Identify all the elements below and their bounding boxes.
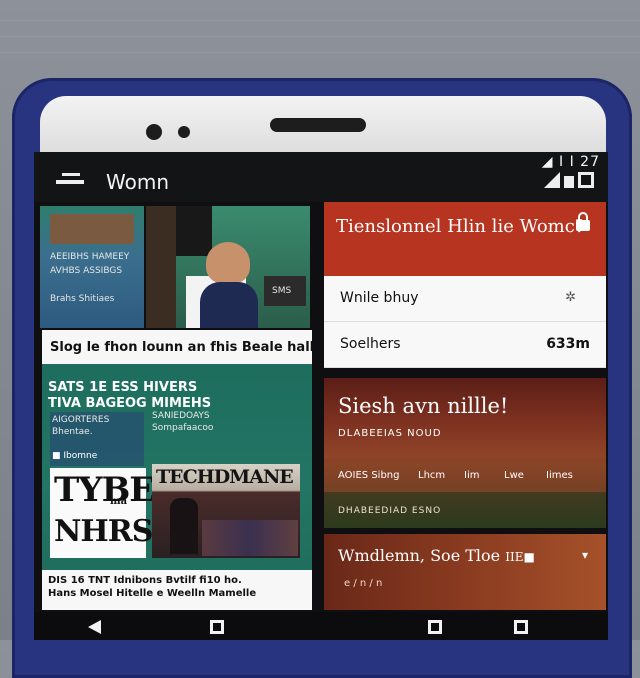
landscape-card[interactable]: Siesh avn nillle! DLABEEIAS NOUD AOIES S… — [324, 378, 606, 528]
front-camera — [146, 124, 162, 140]
status-clock: ◢ I I 27 — [541, 154, 600, 170]
settings-row-2[interactable]: Soelhers 633m — [324, 322, 606, 368]
proximity-sensor — [178, 126, 190, 138]
poster-word-2: NHRS — [54, 514, 153, 549]
landscape-footer: DHABEEDIAD ESNO — [338, 506, 442, 516]
weather-title: Wmdlemn, Soe Tloe IIE■ — [338, 546, 535, 565]
app-bar: Womn ◢ I I 27 — [34, 152, 608, 202]
row-label: Soelhers — [340, 336, 401, 352]
system-nav-bar — [34, 612, 608, 640]
weather-title-text: Wmdlemn, Soe Tloe — [338, 546, 501, 565]
featured-title: SATS 1E ESS HIVERS TIVA BAGEOG MIMEHS — [48, 380, 212, 411]
band-item[interactable]: AOIES Sibng — [338, 470, 400, 481]
landscape-title: Siesh avn nillle! — [338, 394, 509, 418]
article-thumbnail-2[interactable]: SMS — [146, 206, 310, 328]
overview-icon[interactable] — [514, 620, 528, 634]
question-title: Tienslonnel Hlin lie Womc? — [336, 216, 585, 237]
phone-screen: Womn ◢ I I 27 AEEIBHS HAMEEY AVHBS ASSIB… — [34, 152, 608, 640]
row-value: 633m — [546, 336, 590, 352]
weather-card[interactable]: Wmdlemn, Soe Tloe IIE■ ▾ e / n / n — [324, 534, 606, 610]
weather-badge: IIE■ — [505, 550, 535, 564]
band-item[interactable]: Iimes — [546, 470, 573, 481]
article-caption[interactable]: DIS 16 TNT Idnibons Bvtilf fi10 ho. Hans… — [42, 570, 312, 610]
band-item[interactable]: Lhcm — [418, 470, 445, 481]
caption-line-1: DIS 16 TNT Idnibons Bvtilf fi10 ho. — [48, 575, 242, 586]
pin-icon: ✲ — [565, 290, 576, 305]
question-card[interactable]: Tienslonnel Hlin lie Womc? — [324, 202, 606, 276]
right-panel: Tienslonnel Hlin lie Womc? Wnile bhuy ✲ … — [324, 202, 606, 612]
menu-icon[interactable] — [56, 173, 84, 184]
poster-crowd — [202, 520, 298, 556]
recents-icon[interactable] — [428, 620, 442, 634]
poster-typographic[interactable]: TYBE ma NHRS — [50, 468, 155, 558]
caption-line-2: Hans Mosel Hitelle e Weelln Mamelle — [48, 588, 257, 599]
featured-sub-right: SANIEDOAYS Sompafaacoo — [152, 411, 214, 433]
poster-small-word: ma — [110, 496, 128, 507]
window-icon[interactable] — [578, 172, 594, 188]
signal-icon — [544, 172, 560, 188]
poster-figure — [170, 498, 198, 554]
landscape-subtitle: DLABEEIAS NOUD — [338, 428, 442, 439]
poster-word-1: TYBE — [54, 470, 155, 510]
band-item[interactable]: Iim — [464, 470, 479, 481]
back-icon[interactable] — [88, 620, 101, 634]
app-title: Womn — [106, 170, 169, 194]
row-label: Wnile bhuy — [340, 290, 419, 306]
battery-icon — [564, 176, 574, 188]
headline-card[interactable]: Slog le fhon lounn an fhis Beale hally — [42, 330, 312, 364]
article-thumbnail-1[interactable]: AEEIBHS HAMEEY AVHBS ASSIBGS Brahs Shiti… — [40, 206, 144, 328]
featured-tag: ■ Ibomne — [52, 451, 98, 461]
poster-photo-title: TECHDMANE — [156, 466, 294, 488]
lock-icon — [576, 212, 590, 231]
weather-subtitle: e / n / n — [344, 578, 383, 589]
home-icon[interactable] — [210, 620, 224, 634]
person-figure — [206, 242, 250, 284]
poster-photo[interactable]: TECHDMANE — [152, 464, 300, 558]
settings-row-1[interactable]: Wnile bhuy ✲ — [324, 276, 606, 322]
earpiece-speaker — [270, 118, 366, 132]
left-feed: AEEIBHS HAMEEY AVHBS ASSIBGS Brahs Shiti… — [38, 202, 312, 612]
chevron-down-icon[interactable]: ▾ — [582, 548, 588, 562]
band-item[interactable]: Lwe — [504, 470, 524, 481]
